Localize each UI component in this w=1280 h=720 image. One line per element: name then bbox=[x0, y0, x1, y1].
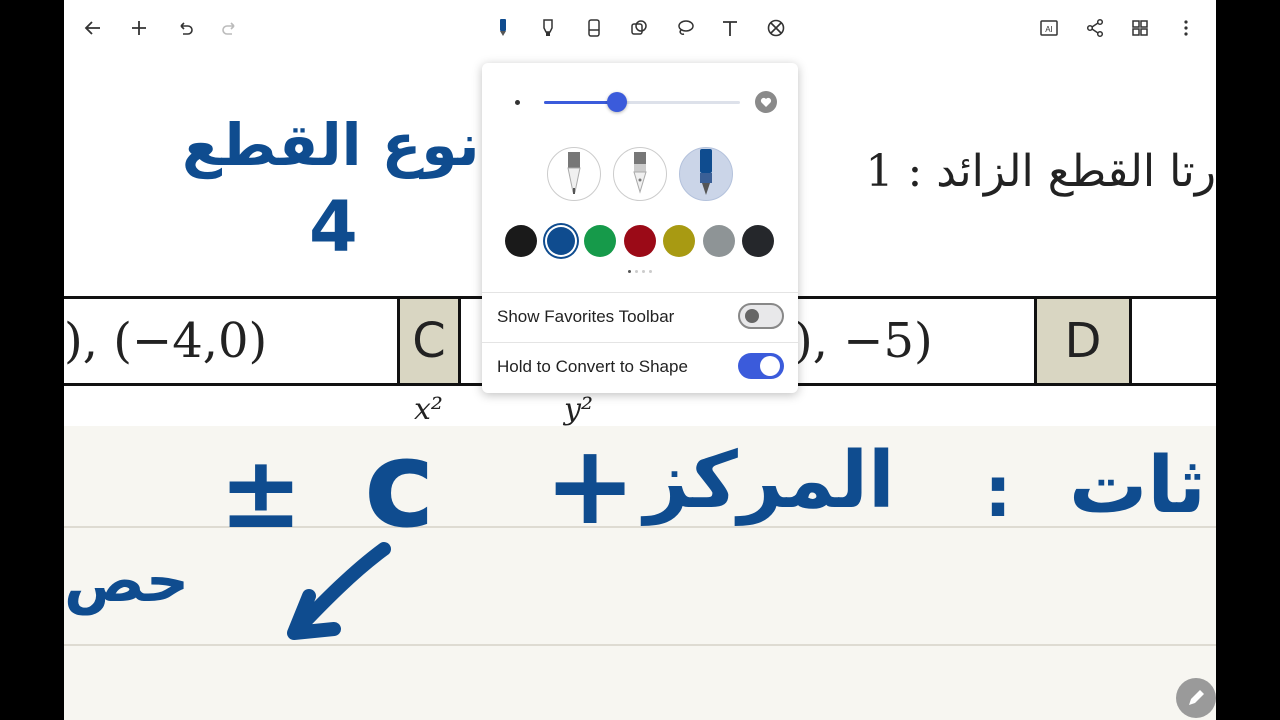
undo-icon[interactable] bbox=[169, 12, 201, 44]
convert-shape-toggle[interactable] bbox=[738, 353, 784, 379]
color-swatch[interactable] bbox=[584, 225, 616, 257]
grid-icon[interactable] bbox=[1124, 12, 1156, 44]
color-swatch[interactable] bbox=[505, 225, 537, 257]
eraser-icon[interactable] bbox=[578, 12, 610, 44]
ink-colon: : bbox=[984, 451, 1012, 533]
favorite-heart-icon[interactable] bbox=[755, 91, 777, 113]
ink-arrow bbox=[287, 542, 391, 640]
slider-fill bbox=[544, 101, 617, 104]
divider bbox=[482, 292, 798, 293]
stroke-width-slider[interactable] bbox=[544, 92, 740, 112]
favorites-toolbar-label: Show Favorites Toolbar bbox=[497, 307, 675, 326]
shapes-icon[interactable] bbox=[623, 12, 655, 44]
text-icon[interactable] bbox=[714, 12, 746, 44]
color-swatch[interactable] bbox=[742, 225, 774, 257]
back-arrow-icon[interactable] bbox=[77, 12, 109, 44]
ink-left-fragment: حص bbox=[64, 546, 190, 616]
color-swatch[interactable] bbox=[544, 225, 577, 257]
slider-thumb[interactable] bbox=[606, 92, 627, 112]
ink-letter-c: c bbox=[364, 416, 436, 555]
ballpoint-pen-icon bbox=[567, 152, 581, 194]
svg-text:AI: AI bbox=[1045, 25, 1053, 34]
convert-shape-label: Hold to Convert to Shape bbox=[497, 357, 688, 376]
ruled-line bbox=[64, 644, 1216, 646]
edit-fab[interactable] bbox=[1176, 678, 1216, 718]
redo-icon[interactable] bbox=[214, 12, 246, 44]
color-swatch[interactable] bbox=[663, 225, 695, 257]
ai-icon[interactable]: AI bbox=[1033, 12, 1065, 44]
plus-icon[interactable] bbox=[123, 12, 155, 44]
brush-pen-option[interactable] bbox=[679, 147, 733, 201]
pen-settings-popup: Show Favorites Toolbar Hold to Convert t… bbox=[482, 63, 798, 393]
ink-right-word: ثات bbox=[1069, 441, 1206, 531]
ink-plus-minus: ± bbox=[219, 434, 303, 551]
pen-icon[interactable] bbox=[487, 12, 519, 44]
ballpoint-pen-option[interactable] bbox=[547, 147, 601, 201]
palette-page-indicator bbox=[625, 270, 655, 276]
more-vertical-icon[interactable] bbox=[1170, 12, 1202, 44]
fountain-pen-icon bbox=[633, 152, 647, 194]
pencil-icon bbox=[1189, 690, 1204, 705]
brush-pen-icon bbox=[700, 149, 712, 195]
ink-number: 4 bbox=[309, 186, 358, 268]
ink-plus: + bbox=[544, 421, 637, 549]
table-cell-option-b: ), (−4,0) bbox=[64, 313, 268, 369]
color-swatch[interactable] bbox=[623, 225, 656, 257]
ink-hyperbola-type: نوع القطع bbox=[182, 111, 480, 179]
color-swatch[interactable] bbox=[702, 225, 735, 257]
table-cell-label-d: D bbox=[1034, 299, 1132, 383]
top-toolbar: AI bbox=[64, 0, 1216, 57]
ruled-paper: ± c + المركز : ثات حص bbox=[64, 416, 1216, 720]
lasso-icon[interactable] bbox=[669, 12, 701, 44]
stroke-size-min-icon bbox=[515, 100, 520, 105]
fountain-pen-option[interactable] bbox=[613, 147, 667, 201]
highlighter-icon[interactable] bbox=[532, 12, 564, 44]
ink-center-word: المركز bbox=[644, 436, 895, 526]
page-heading: رتا القطع الزائد : 1 bbox=[865, 146, 1216, 197]
table-cell-option-c: ), −5) bbox=[794, 313, 933, 369]
divider bbox=[482, 342, 798, 343]
share-icon[interactable] bbox=[1079, 12, 1111, 44]
ruler-off-icon[interactable] bbox=[760, 12, 792, 44]
favorites-toolbar-toggle[interactable] bbox=[738, 303, 784, 329]
table-cell-label-c: C bbox=[397, 299, 461, 383]
